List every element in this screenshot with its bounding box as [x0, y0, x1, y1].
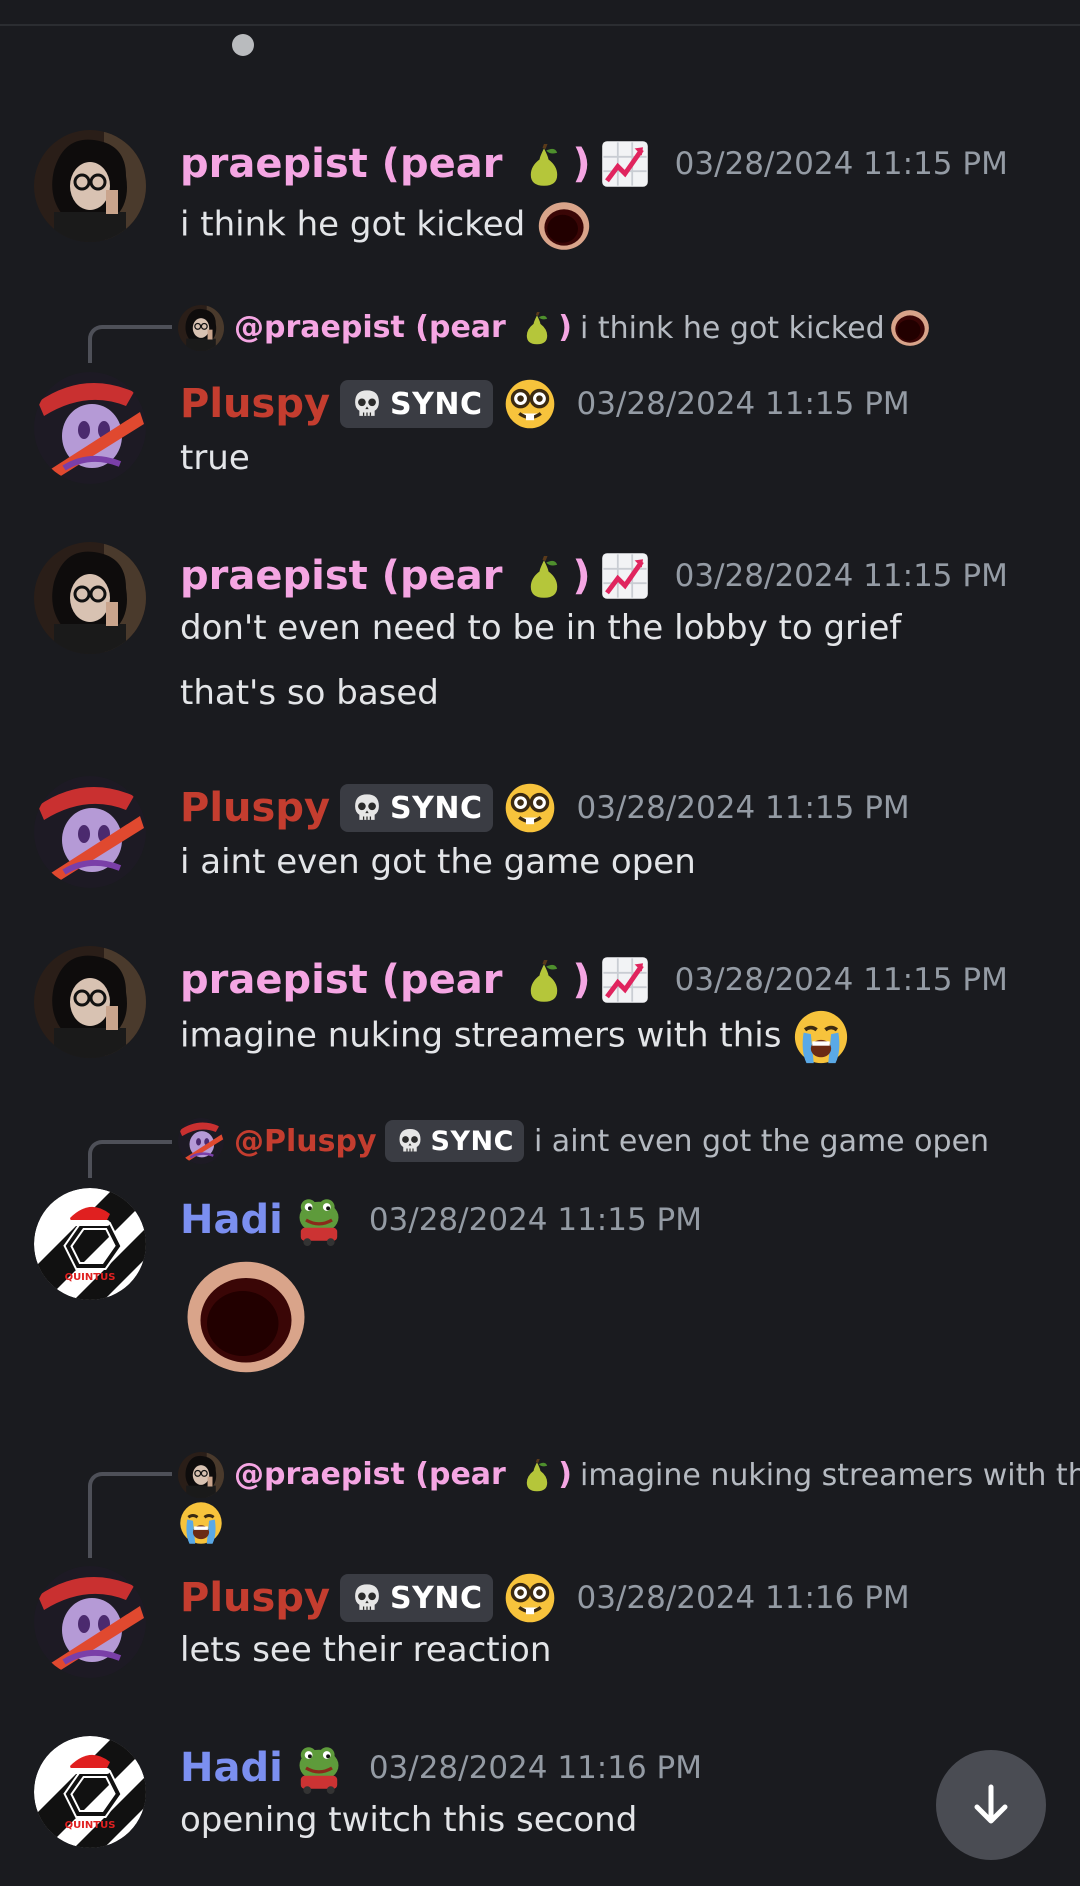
message-text: don't even need to be in the lobby to gr… [180, 608, 902, 648]
reply-text: i aint even got the game open [533, 1123, 990, 1159]
nerd-face-emoji [503, 781, 557, 835]
hole-emoji [889, 307, 931, 349]
pear-emoji [520, 1459, 554, 1493]
nerd-face-emoji [503, 377, 557, 431]
pear-emoji [522, 556, 566, 600]
avatar[interactable] [34, 1736, 146, 1848]
message-header: Pluspy SYNC 03/28/2024 11:15 PM [180, 778, 910, 838]
nerd-face-emoji [503, 1571, 557, 1625]
message-text: true [180, 438, 250, 478]
username[interactable]: Pluspy [180, 785, 330, 831]
hole-emoji [178, 1252, 314, 1382]
chat-screen: praepist (pear ) 03/28/2024 11:15 PM i t… [0, 0, 1080, 1886]
message-text: i think he got kicked [180, 198, 592, 254]
arrow-down-icon [974, 1784, 1008, 1824]
reply-preview[interactable]: @praepist (pear ) i think he got kicked [178, 305, 931, 351]
timestamp: 03/28/2024 11:15 PM [368, 1202, 702, 1238]
loudly-crying-emoji [178, 1500, 224, 1546]
timestamp: 03/28/2024 11:16 PM [368, 1750, 702, 1786]
username[interactable]: praepist (pear ) [180, 957, 591, 1004]
avatar[interactable] [34, 372, 146, 484]
message-header: praepist (pear ) 03/28/2024 11:15 PM [180, 950, 1008, 1010]
username[interactable]: praepist (pear ) [180, 141, 591, 188]
username[interactable]: Hadi [180, 1197, 283, 1243]
timestamp: 03/28/2024 11:15 PM [674, 558, 1008, 594]
skull-icon [395, 1126, 425, 1156]
skull-icon [350, 1581, 384, 1615]
skull-icon [350, 791, 384, 825]
username[interactable]: Hadi [180, 1745, 283, 1791]
reply-text: imagine nuking streamers with this [580, 1457, 1080, 1493]
jump-to-bottom-button[interactable] [936, 1750, 1046, 1860]
top-divider [0, 24, 1080, 26]
avatar[interactable] [34, 776, 146, 888]
guild-tag[interactable]: SYNC [340, 1574, 493, 1622]
chart-increasing-emoji [601, 552, 649, 600]
guild-tag[interactable]: SYNC [340, 784, 493, 832]
message-header: praepist (pear ) 03/28/2024 11:15 PM [180, 134, 1008, 194]
reply-text: i think he got kicked [580, 310, 885, 346]
pear-emoji [520, 312, 554, 346]
message-header: Hadi 03/28/2024 11:16 PM [180, 1738, 702, 1798]
timestamp: 03/28/2024 11:15 PM [674, 146, 1008, 182]
message-text: opening twitch this second [180, 1800, 638, 1840]
message-header: Pluspy SYNC 03/28/2024 11:16 PM [180, 1568, 910, 1628]
frog-emoji [293, 1742, 345, 1794]
reply-preview[interactable]: @praepist (pear ) imagine nuking streame… [178, 1452, 1080, 1498]
loudly-crying-emoji [792, 1008, 850, 1066]
chart-increasing-emoji [601, 140, 649, 188]
reply-username[interactable]: @Pluspy [234, 1124, 377, 1159]
hole-emoji [536, 198, 592, 254]
message-header: Hadi 03/28/2024 11:15 PM [180, 1190, 702, 1250]
reply-connector [88, 325, 172, 363]
reply-username[interactable]: @praepist (pear ) [234, 310, 572, 346]
timestamp: 03/28/2024 11:16 PM [576, 1580, 910, 1616]
username[interactable]: Pluspy [180, 1575, 330, 1621]
reply-preview[interactable]: @Pluspy SYNC i aint even got the game op… [178, 1118, 989, 1164]
reply-avatar [178, 1452, 224, 1498]
pear-emoji [522, 144, 566, 188]
reply-avatar [178, 305, 224, 351]
pear-emoji [522, 960, 566, 1004]
timestamp: 03/28/2024 11:15 PM [576, 386, 910, 422]
avatar[interactable] [34, 1188, 146, 1300]
frog-emoji [293, 1194, 345, 1246]
username[interactable]: praepist (pear ) [180, 553, 591, 600]
avatar[interactable] [34, 130, 146, 242]
username[interactable]: Pluspy [180, 381, 330, 427]
guild-tag[interactable]: SYNC [384, 1120, 524, 1162]
avatar[interactable] [34, 1566, 146, 1678]
chart-increasing-emoji [601, 956, 649, 1004]
scroll-indicator[interactable] [232, 34, 254, 56]
message-text: that's so based [180, 673, 439, 713]
reply-connector [88, 1472, 172, 1558]
reply-avatar [178, 1118, 224, 1164]
message-header: Pluspy SYNC 03/28/2024 11:15 PM [180, 374, 910, 434]
reply-username[interactable]: @praepist (pear ) [234, 1457, 572, 1493]
message-text: imagine nuking streamers with this [180, 1008, 850, 1066]
avatar[interactable] [34, 542, 146, 654]
avatar[interactable] [34, 946, 146, 1058]
timestamp: 03/28/2024 11:15 PM [576, 790, 910, 826]
message-header: praepist (pear ) 03/28/2024 11:15 PM [180, 546, 1008, 606]
message-text: lets see their reaction [180, 1630, 552, 1670]
guild-tag[interactable]: SYNC [340, 380, 493, 428]
skull-icon [350, 387, 384, 421]
reply-connector [88, 1140, 172, 1178]
message-text: i aint even got the game open [180, 842, 696, 882]
timestamp: 03/28/2024 11:15 PM [674, 962, 1008, 998]
